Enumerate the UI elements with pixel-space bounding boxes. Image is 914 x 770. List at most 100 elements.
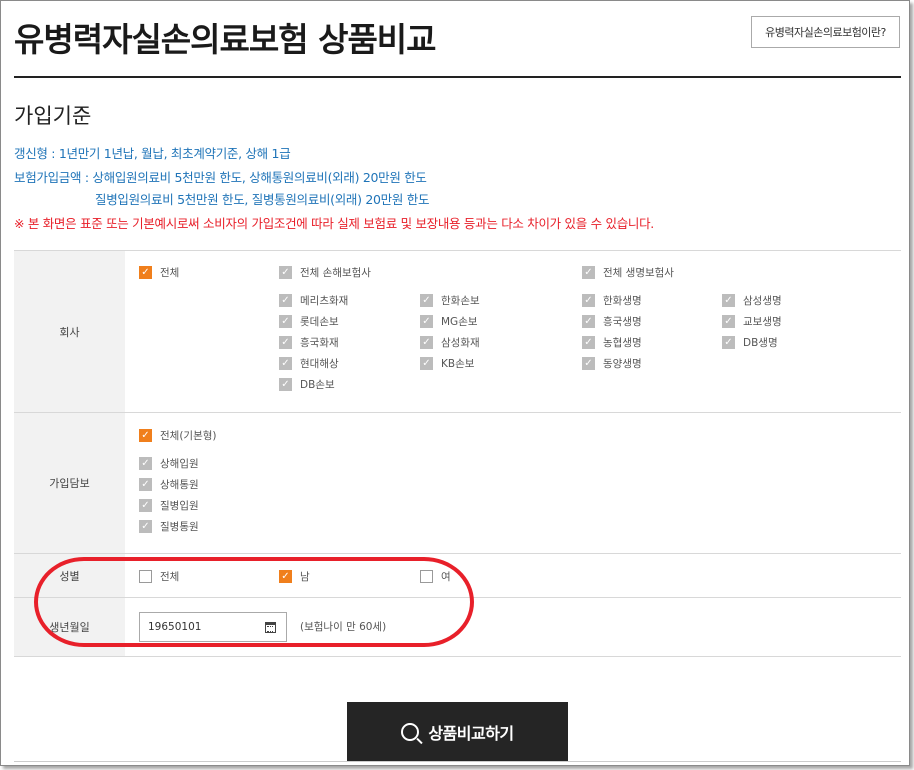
birthdate-input[interactable]: 19650101	[139, 612, 287, 642]
coverage-label: 가입담보	[14, 413, 125, 553]
notice-text: ※ 본 화면은 표준 또는 기본예시로써 소비자의 가입조건에 따라 실제 보험…	[14, 216, 654, 231]
company-checkbox[interactable]: ✓ 동양생명	[582, 356, 642, 371]
company-checkbox[interactable]: ✓ 교보생명	[722, 314, 782, 329]
page-title: 유병력자실손의료보험 상품비교	[14, 20, 437, 59]
checkbox-label: 전체(기본형)	[160, 430, 217, 442]
check-icon: ✓	[420, 336, 433, 349]
company-checkbox[interactable]: ✓ 메리츠화재	[279, 293, 348, 308]
nonlife-all-checkbox[interactable]: ✓ 전체 손해보험사	[279, 265, 371, 280]
checkbox-label: 질병통원	[160, 521, 199, 533]
gender-options: 전체 ✓ 남 여	[125, 554, 901, 597]
check-icon: ✓	[582, 266, 595, 279]
bottom-divider	[14, 761, 901, 762]
checkbox-label: DB손보	[300, 379, 335, 391]
coverage-checkbox[interactable]: ✓ 질병통원	[139, 519, 199, 534]
check-icon: ✓	[139, 429, 152, 442]
check-icon: ✓	[139, 478, 152, 491]
checkbox-label: 롯데손보	[300, 316, 339, 328]
company-checkbox[interactable]: ✓ 농협생명	[582, 335, 642, 350]
checkbox-label: 전체	[160, 267, 180, 279]
checkbox-label: KB손보	[441, 358, 475, 370]
checkbox-label: 여	[441, 571, 451, 583]
check-icon: ✓	[279, 378, 292, 391]
checkbox-label: 상해통원	[160, 479, 199, 491]
check-icon: ✓	[139, 266, 152, 279]
checkbox-label: MG손보	[441, 316, 478, 328]
company-checkbox[interactable]: ✓ DB생명	[722, 335, 778, 350]
gender-label: 성별	[14, 554, 125, 597]
checkbox-label: 한화생명	[603, 295, 642, 307]
life-all-checkbox[interactable]: ✓ 전체 생명보험사	[582, 265, 674, 280]
coverage-checkbox[interactable]: ✓ 상해입원	[139, 456, 199, 471]
compare-products-button[interactable]: 상품비교하기	[347, 702, 568, 761]
birthdate-label: 생년월일	[14, 598, 125, 656]
check-icon: ✓	[279, 570, 292, 583]
coverage-options: ✓ 전체(기본형) ✓ 상해입원 ✓ 상해통원 ✓ 질병입원 ✓ 질병통원	[125, 413, 901, 553]
gender-row: 성별 전체 ✓ 남 여	[14, 553, 901, 597]
criteria-line-3: 질병입원의료비 5천만원 한도, 질병통원의료비(외래) 20만원 한도	[95, 192, 430, 207]
checkbox-label: DB생명	[743, 337, 778, 349]
checkbox-label: 전체	[160, 571, 180, 583]
search-form-table: 회사 ✓ 전체 ✓ 전체 손해보험사 ✓ 전체 생명보험사 ✓ 메리츠화재 ✓ …	[14, 250, 901, 657]
criteria-line-2: 보험가입금액 : 상해입원의료비 5천만원 한도, 상해통원의료비(외래) 20…	[14, 170, 427, 185]
checkbox-label: 삼성생명	[743, 295, 782, 307]
check-icon: ✓	[722, 315, 735, 328]
birthdate-value: 19650101	[148, 621, 202, 633]
company-checkbox[interactable]: ✓ 현대해상	[279, 356, 339, 371]
title-divider	[14, 76, 901, 78]
coverage-row: 가입담보 ✓ 전체(기본형) ✓ 상해입원 ✓ 상해통원 ✓ 질병입원 ✓ 질병…	[14, 412, 901, 553]
criteria-line-1: 갱신형 : 1년만기 1년납, 월납, 최초계약기준, 상해 1급	[14, 146, 291, 161]
checkbox-label: 흥국생명	[603, 316, 642, 328]
check-icon: ✓	[582, 294, 595, 307]
checkbox-label: 상해입원	[160, 458, 199, 470]
company-all-checkbox[interactable]: ✓ 전체	[139, 265, 179, 280]
company-checkbox[interactable]: ✓ 한화생명	[582, 293, 642, 308]
check-icon: ✓	[420, 357, 433, 370]
checkbox-label: 전체 손해보험사	[300, 267, 371, 279]
company-row: 회사 ✓ 전체 ✓ 전체 손해보험사 ✓ 전체 생명보험사 ✓ 메리츠화재 ✓ …	[14, 250, 901, 412]
check-icon: ✓	[279, 315, 292, 328]
company-checkbox[interactable]: ✓ 롯데손보	[279, 314, 339, 329]
company-label: 회사	[14, 251, 125, 412]
check-icon: ✓	[139, 457, 152, 470]
check-icon: ✓	[420, 315, 433, 328]
check-icon: ✓	[279, 294, 292, 307]
check-icon: ✓	[279, 336, 292, 349]
gender-female-checkbox[interactable]: 여	[420, 569, 451, 584]
company-checkbox[interactable]: ✓ DB손보	[279, 377, 335, 392]
insurance-age-note: (보험나이 만 60세)	[300, 621, 387, 633]
company-checkbox[interactable]: ✓ 흥국화재	[279, 335, 339, 350]
check-icon: ✓	[722, 336, 735, 349]
compare-button-label: 상품비교하기	[428, 723, 514, 743]
coverage-all-checkbox[interactable]: ✓ 전체(기본형)	[139, 428, 217, 443]
check-icon: ✓	[420, 294, 433, 307]
checkbox-empty-icon	[420, 570, 433, 583]
company-checkbox[interactable]: ✓ MG손보	[420, 314, 478, 329]
birthdate-row: 생년월일 19650101 (보험나이 만 60세)	[14, 597, 901, 657]
check-icon: ✓	[139, 499, 152, 512]
checkbox-label: 한화손보	[441, 295, 480, 307]
gender-all-checkbox[interactable]: 전체	[139, 569, 179, 584]
gender-male-checkbox[interactable]: ✓ 남	[279, 569, 310, 584]
checkbox-label: 현대해상	[300, 358, 339, 370]
page-frame: 유병력자실손의료보험 상품비교 유병력자실손의료보험이란? 가입기준 갱신형 :…	[0, 0, 910, 766]
check-icon: ✓	[279, 266, 292, 279]
company-checkbox[interactable]: ✓ 한화손보	[420, 293, 480, 308]
info-button[interactable]: 유병력자실손의료보험이란?	[751, 16, 900, 48]
checkbox-label: 메리츠화재	[300, 295, 349, 307]
company-checkbox[interactable]: ✓ 흥국생명	[582, 314, 642, 329]
check-icon: ✓	[139, 520, 152, 533]
company-checkbox[interactable]: ✓ 삼성생명	[722, 293, 782, 308]
checkbox-label: 남	[300, 571, 310, 583]
birthdate-cell: 19650101 (보험나이 만 60세)	[125, 598, 901, 656]
checkbox-label: 교보생명	[743, 316, 782, 328]
checkbox-label: 질병입원	[160, 500, 199, 512]
company-checkbox[interactable]: ✓ 삼성화재	[420, 335, 480, 350]
check-icon: ✓	[722, 294, 735, 307]
coverage-checkbox[interactable]: ✓ 상해통원	[139, 477, 199, 492]
company-checkbox[interactable]: ✓ KB손보	[420, 356, 474, 371]
check-icon: ✓	[279, 357, 292, 370]
coverage-checkbox[interactable]: ✓ 질병입원	[139, 498, 199, 513]
checkbox-empty-icon	[139, 570, 152, 583]
calendar-icon[interactable]	[265, 622, 276, 633]
